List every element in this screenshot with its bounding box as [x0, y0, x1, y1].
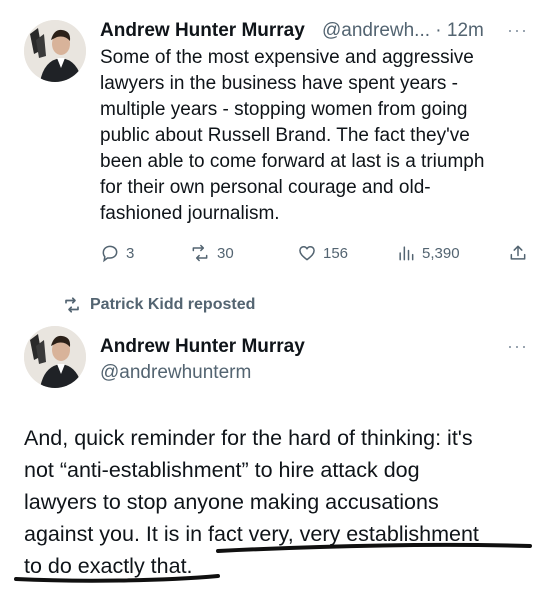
handdrawn-underline — [14, 542, 532, 583]
